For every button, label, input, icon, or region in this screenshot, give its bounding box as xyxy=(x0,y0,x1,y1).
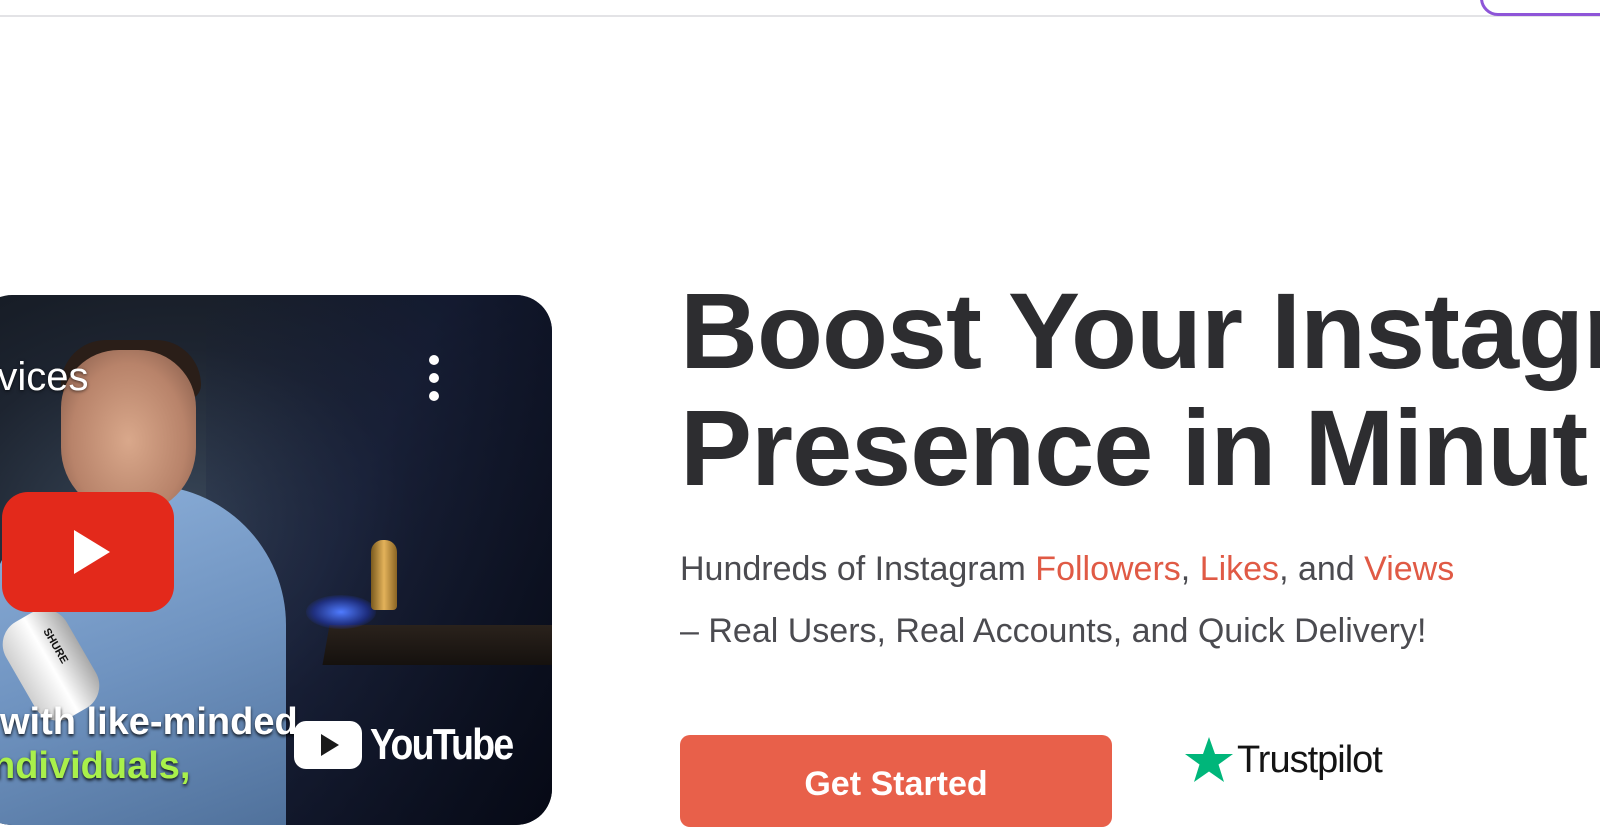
get-started-button[interactable]: Get Started xyxy=(680,735,1112,827)
video-player[interactable]: SHURE rvices with like-minded ndividuals… xyxy=(0,295,552,825)
star-icon xyxy=(1185,737,1233,782)
subtitle-comma: , xyxy=(1180,550,1200,588)
hero-title-line-1: Boost Your Instagr xyxy=(680,270,1600,391)
hero-title-line-2: Presence in Minut xyxy=(680,387,1588,508)
youtube-play-icon xyxy=(294,721,362,769)
top-nav-bar xyxy=(0,0,1600,17)
subtitle-likes: Likes xyxy=(1199,550,1280,588)
hero-title: Boost Your Instagr Presence in Minut xyxy=(680,272,1600,506)
more-vertical-icon[interactable] xyxy=(424,355,444,401)
subtitle-views: Views xyxy=(1364,550,1455,588)
subtitle-and: , and xyxy=(1279,550,1365,588)
top-right-button[interactable] xyxy=(1480,0,1600,16)
hero-subtitle-line-2: – Real Users, Real Accounts, and Quick D… xyxy=(680,612,1427,650)
play-icon xyxy=(74,530,110,574)
video-caption: with like-minded ndividuals, xyxy=(0,700,298,788)
caption-line-2: ndividuals, xyxy=(0,745,191,787)
youtube-logo[interactable]: YouTube xyxy=(294,720,538,770)
trustpilot-label: Trustpilot xyxy=(1237,738,1383,781)
subtitle-text: Hundreds of Instagram xyxy=(680,550,1036,588)
youtube-wordmark: YouTube xyxy=(370,720,514,769)
video-blue-light xyxy=(306,595,376,629)
play-button[interactable] xyxy=(2,492,174,612)
video-trophy xyxy=(371,540,397,610)
video-title[interactable]: rvices xyxy=(0,355,88,400)
hero-subtitle-line-1: Hundreds of Instagram Followers, Likes, … xyxy=(680,538,1454,600)
subtitle-followers: Followers xyxy=(1035,550,1181,588)
hero-subtitle: Hundreds of Instagram Followers, Likes, … xyxy=(680,538,1454,662)
trustpilot-badge[interactable]: Trustpilot xyxy=(1183,735,1383,785)
caption-line-1: with like-minded xyxy=(0,701,298,743)
video-desk xyxy=(322,625,552,665)
